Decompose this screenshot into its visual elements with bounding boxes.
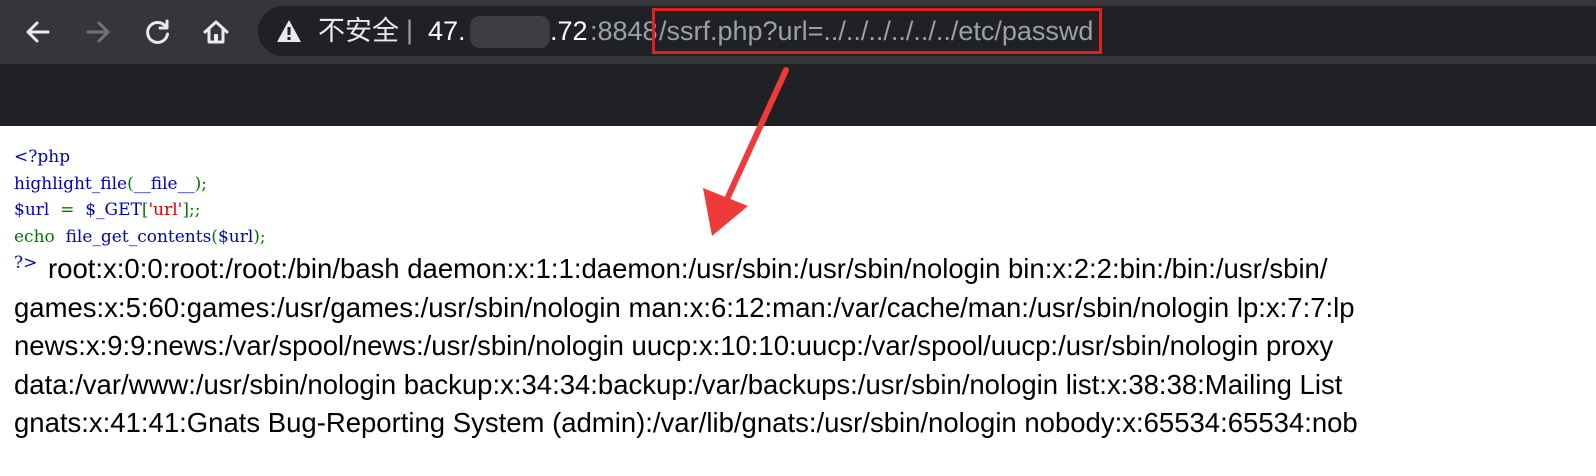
- assign-operator: =: [49, 200, 86, 220]
- omnibox-separator: |: [406, 15, 414, 45]
- paren-close: );: [253, 226, 266, 247]
- address-bar[interactable]: 不安全 | 47. .72 :8848 /ssrf.php?url=../../…: [258, 6, 1596, 56]
- security-label[interactable]: 不安全: [318, 16, 399, 46]
- url-host-start: 47.: [428, 16, 466, 46]
- url-path-highlight: /ssrf.php?url=../../../../../../etc/pass…: [652, 8, 1103, 54]
- forward-button[interactable]: [78, 12, 118, 52]
- url-variable: $url: [217, 226, 254, 247]
- url-host-end: .72: [550, 16, 588, 46]
- url-variable: $url: [14, 200, 50, 220]
- reload-button[interactable]: [138, 12, 178, 52]
- page-content: <?php highlight_file(__file__); $url = $…: [0, 126, 1596, 476]
- passwd-output: root:x:0:0:root:/root:/bin/bash daemon:x…: [14, 250, 1596, 443]
- output-line: news:x:9:9:news:/var/spool/news:/usr/sbi…: [14, 330, 1334, 361]
- warning-icon: [277, 20, 301, 42]
- paren-open: (: [127, 173, 134, 194]
- output-line: root:x:0:0:root:/root:/bin/bash daemon:x…: [48, 253, 1328, 284]
- forward-arrow-icon: [86, 21, 110, 43]
- redacted-host-mask: [470, 16, 550, 48]
- output-line: games:x:5:60:games:/usr/games:/usr/sbin/…: [14, 291, 1355, 323]
- echo-keyword: echo: [14, 226, 55, 247]
- get-superglobal: $_GET: [85, 200, 142, 220]
- file-get-contents-call: file_get_contents: [65, 226, 212, 247]
- output-line: gnats:x:41:41:Gnats Bug-Reporting System…: [14, 407, 1358, 438]
- url-key-string: 'url': [148, 200, 183, 220]
- highlight-file-call: highlight_file: [14, 173, 128, 194]
- paren-open: (: [211, 226, 218, 247]
- paren-close: );: [194, 173, 207, 194]
- browser-toolbar: 不安全 | 47. .72 :8848 /ssrf.php?url=../../…: [0, 0, 1596, 64]
- reload-icon: [146, 19, 169, 44]
- home-icon: [203, 20, 229, 44]
- output-line: data:/var/www:/usr/sbin/nologin backup:x…: [14, 368, 1343, 400]
- file-constant: __file__: [133, 173, 195, 194]
- php-open-tag: <?php: [14, 147, 71, 167]
- url-path: /ssrf.php?url=../../../../../../etc/pass…: [659, 16, 1094, 46]
- back-arrow-icon: [26, 21, 50, 43]
- browser-chrome: 不安全 | 47. .72 :8848 /ssrf.php?url=../../…: [0, 0, 1596, 126]
- url-port: :8848: [590, 16, 658, 46]
- back-button[interactable]: [18, 12, 58, 52]
- home-button[interactable]: [196, 12, 236, 52]
- bracket-close: ];;: [182, 200, 201, 220]
